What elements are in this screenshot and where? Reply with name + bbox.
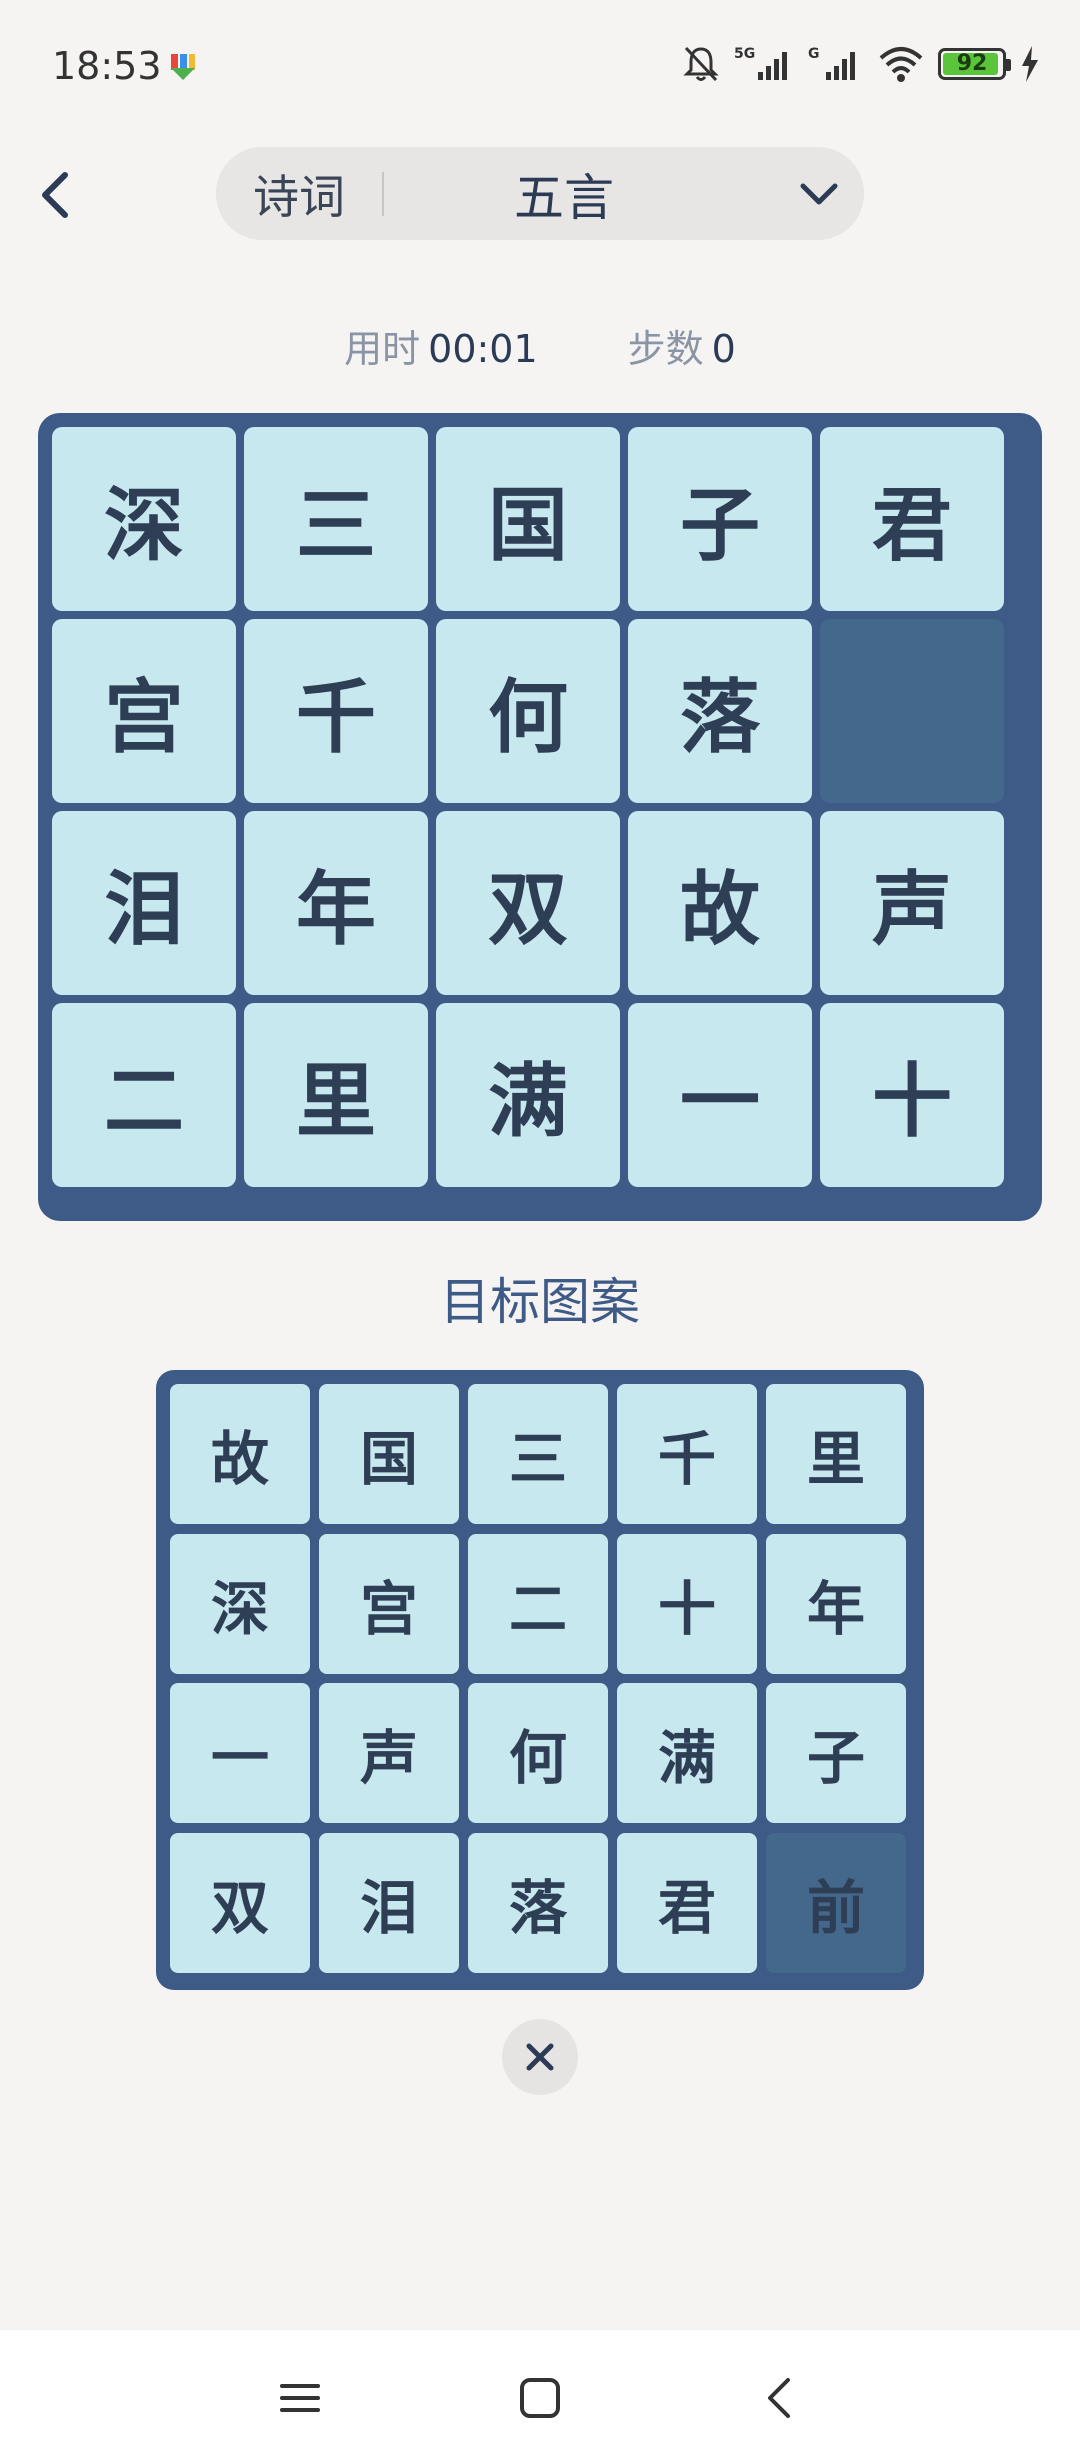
target-pattern-board: 故国三千里深宫二十年一声何满子双泪落君前 [156, 1370, 924, 1990]
chevron-down-icon [800, 183, 838, 204]
status-time: 18:53 [52, 44, 162, 88]
timer-label: 用时 [344, 327, 421, 371]
puzzle-tile[interactable]: 子 [628, 427, 812, 611]
home-square-icon [520, 2378, 560, 2418]
target-tile: 何 [468, 1683, 608, 1823]
mode-label[interactable]: 五言 [354, 158, 774, 230]
close-button[interactable] [502, 2019, 578, 2095]
target-tile: 满 [617, 1683, 757, 1823]
puzzle-tile[interactable]: 年 [244, 811, 428, 995]
puzzle-tile[interactable]: 故 [628, 811, 812, 995]
target-tile: 年 [766, 1533, 906, 1674]
target-tile: 泪 [319, 1832, 459, 1973]
close-icon [526, 2043, 554, 2071]
back-arrow-icon [768, 2378, 790, 2418]
steps-value: 0 [711, 327, 736, 371]
mode-selector[interactable]: 诗词 五言 [216, 147, 864, 240]
timer: 用时 00:01 [344, 318, 538, 373]
puzzle-tile[interactable]: 双 [436, 811, 620, 995]
battery-icon: 92 [938, 48, 1011, 80]
target-tile: 落 [468, 1832, 608, 1973]
steps-label: 步数 [627, 327, 704, 371]
target-tile: 子 [766, 1683, 906, 1823]
target-tile: 故 [170, 1384, 310, 1524]
mute-bell-icon [683, 46, 719, 82]
puzzle-tile[interactable]: 声 [820, 811, 1004, 995]
target-tile: 三 [468, 1384, 608, 1524]
step-counter: 步数 0 [628, 318, 736, 373]
puzzle-tile[interactable]: 深 [52, 427, 236, 611]
puzzle-tile[interactable]: 落 [628, 619, 812, 803]
status-icons: 5G G 92 [682, 44, 1040, 84]
empty-tile[interactable] [820, 619, 1004, 803]
puzzle-tile[interactable]: 二 [52, 1003, 236, 1187]
battery-level: 92 [956, 51, 988, 76]
target-tile: 一 [170, 1683, 310, 1823]
puzzle-tile[interactable]: 何 [436, 619, 620, 803]
puzzle-tile[interactable]: 十 [820, 1003, 1004, 1187]
dropdown-toggle[interactable] [774, 181, 864, 207]
target-tile: 十 [617, 1533, 757, 1674]
system-back-button[interactable] [750, 2368, 810, 2428]
back-button[interactable] [24, 160, 84, 230]
target-empty-tile: 前 [766, 1832, 906, 1973]
target-title: 目标图案 [440, 1273, 640, 1331]
target-tile: 里 [766, 1384, 906, 1524]
chevron-left-icon [42, 172, 68, 218]
target-tile: 二 [468, 1533, 608, 1674]
target-tile: 千 [617, 1384, 757, 1524]
home-button[interactable] [510, 2368, 570, 2428]
puzzle-board: 深三国子君宫千何落泪年双故声二里满一十 [38, 413, 1042, 1221]
status-bar: 18:53 5G G 92 [0, 0, 1080, 140]
puzzle-tile[interactable]: 三 [244, 427, 428, 611]
charging-icon [1022, 46, 1038, 82]
puzzle-tile[interactable]: 一 [628, 1003, 812, 1187]
target-tile: 君 [617, 1832, 757, 1973]
wifi-icon [879, 47, 923, 82]
puzzle-tile[interactable]: 满 [436, 1003, 620, 1187]
recents-button[interactable] [270, 2368, 330, 2428]
puzzle-tile[interactable]: 泪 [52, 811, 236, 995]
target-tile: 宫 [319, 1533, 459, 1674]
game-stats: 用时 00:01 步数 0 [0, 318, 1080, 373]
puzzle-tile[interactable]: 君 [820, 427, 1004, 611]
target-tile: 深 [170, 1533, 310, 1674]
download-icon [171, 54, 195, 80]
puzzle-tile[interactable]: 里 [244, 1003, 428, 1187]
timer-value: 00:01 [428, 327, 538, 371]
target-tile: 国 [319, 1384, 459, 1524]
puzzle-tile[interactable]: 国 [436, 427, 620, 611]
signal-g-icon: G [808, 46, 855, 80]
puzzle-tile[interactable]: 千 [244, 619, 428, 803]
system-nav-bar [0, 2330, 1080, 2460]
menu-icon [280, 2384, 320, 2412]
svg-text:G: G [808, 46, 820, 62]
svg-text:5G: 5G [734, 46, 755, 62]
target-tile: 双 [170, 1832, 310, 1973]
game-screen: 18:53 5G G 92 诗词 五言 用时 00:01 步数 0 深 三 国 … [0, 0, 1080, 2460]
target-tile: 声 [319, 1683, 459, 1823]
signal-5g-icon: 5G [734, 46, 787, 80]
puzzle-tile[interactable]: 宫 [52, 619, 236, 803]
